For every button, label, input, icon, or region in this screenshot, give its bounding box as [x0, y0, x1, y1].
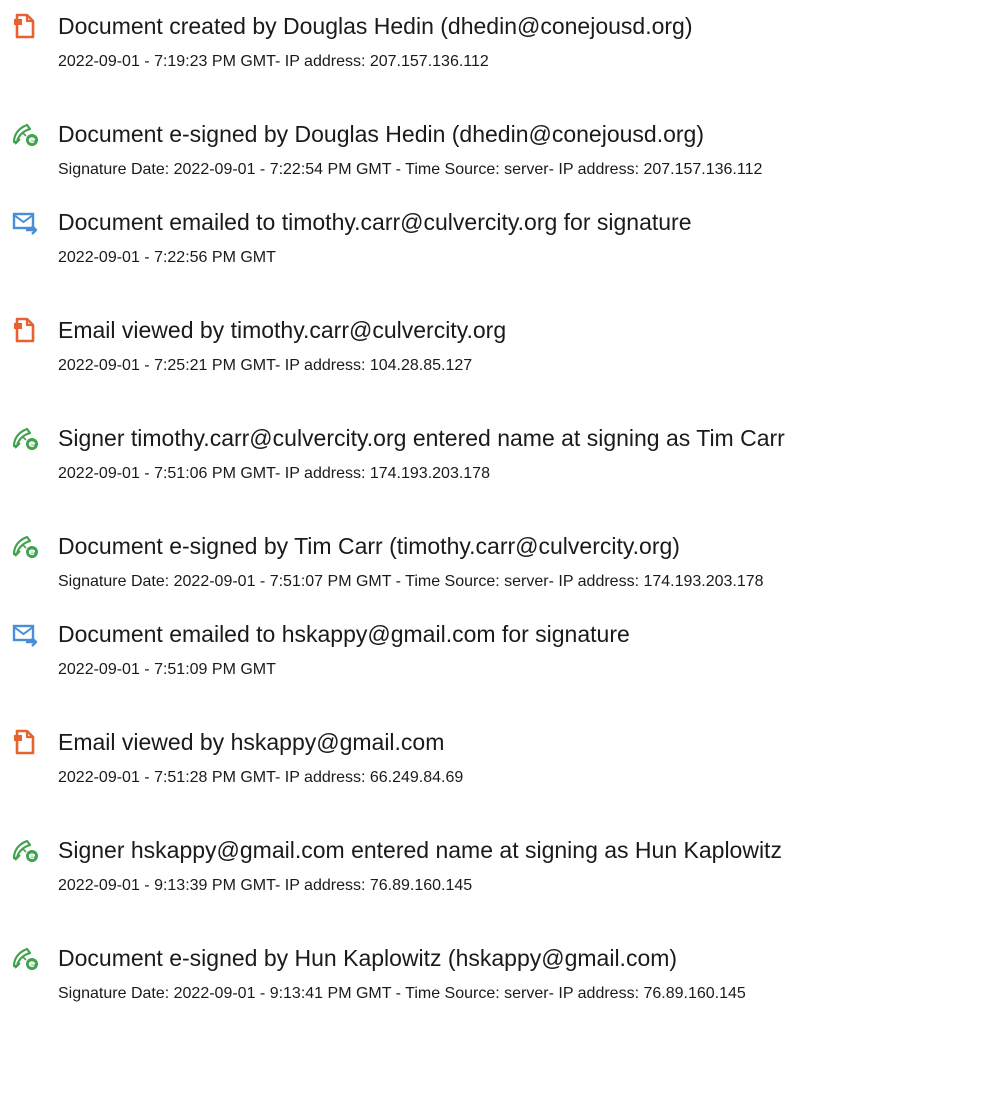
entry-detail: 2022-09-01 - 7:51:09 PM GMT — [58, 661, 276, 678]
audit-entry: Email viewed by hskappy@gmail.com 2022-0… — [0, 728, 1001, 828]
entry-detail: 2022-09-01 - 9:13:39 PM GMT- IP address:… — [58, 877, 473, 894]
entry-title: Document e-signed by Douglas Hedin (dhed… — [58, 121, 704, 147]
e-sign-pen-icon — [11, 944, 39, 972]
audit-entry: Document e-signed by Tim Carr (timothy.c… — [0, 532, 1001, 632]
audit-entry: Email viewed by timothy.carr@culvercity.… — [0, 316, 1001, 416]
audit-entry: Document created by Douglas Hedin (dhedi… — [0, 12, 1001, 112]
entry-title: Document e-signed by Hun Kaplowitz (hska… — [58, 945, 678, 971]
document-created-icon — [11, 12, 39, 40]
e-sign-pen-icon — [11, 532, 39, 560]
email-sent-icon — [11, 620, 39, 648]
entry-title: Document emailed to hskappy@gmail.com fo… — [58, 621, 630, 647]
audit-entry: Signer hskappy@gmail.com entered name at… — [0, 836, 1001, 936]
entry-title: Document emailed to timothy.carr@culverc… — [58, 209, 692, 235]
entry-detail: 2022-09-01 - 7:51:06 PM GMT- IP address:… — [58, 465, 490, 482]
entry-detail: 2022-09-01 - 7:25:21 PM GMT- IP address:… — [58, 357, 473, 374]
entry-detail: Signature Date: 2022-09-01 - 7:51:07 PM … — [58, 573, 764, 590]
audit-entry: Document emailed to hskappy@gmail.com fo… — [0, 620, 1001, 720]
entry-title: Email viewed by timothy.carr@culvercity.… — [58, 317, 507, 343]
entry-title: Email viewed by hskappy@gmail.com — [58, 729, 445, 755]
audit-entry: Document e-signed by Hun Kaplowitz (hska… — [0, 944, 1001, 1044]
document-viewed-icon — [11, 728, 39, 756]
entry-detail: Signature Date: 2022-09-01 - 7:22:54 PM … — [58, 161, 763, 178]
audit-entry: Signer timothy.carr@culvercity.org enter… — [0, 424, 1001, 524]
audit-entry: Document emailed to timothy.carr@culverc… — [0, 208, 1001, 308]
audit-entry: Document e-signed by Douglas Hedin (dhed… — [0, 120, 1001, 220]
entry-title: Signer timothy.carr@culvercity.org enter… — [58, 425, 785, 451]
entry-detail: 2022-09-01 - 7:51:28 PM GMT- IP address:… — [58, 769, 464, 786]
e-sign-pen-icon — [11, 120, 39, 148]
e-sign-pen-icon — [11, 836, 39, 864]
e-sign-pen-icon — [11, 424, 39, 452]
entry-title: Document e-signed by Tim Carr (timothy.c… — [58, 533, 680, 559]
entry-detail: 2022-09-01 - 7:19:23 PM GMT- IP address:… — [58, 53, 489, 70]
entry-detail: 2022-09-01 - 7:22:56 PM GMT — [58, 249, 276, 266]
email-sent-icon — [11, 208, 39, 236]
entry-detail: Signature Date: 2022-09-01 - 9:13:41 PM … — [58, 985, 746, 1002]
entry-title: Document created by Douglas Hedin (dhedi… — [58, 13, 693, 39]
entry-title: Signer hskappy@gmail.com entered name at… — [58, 837, 782, 863]
document-viewed-icon — [11, 316, 39, 344]
